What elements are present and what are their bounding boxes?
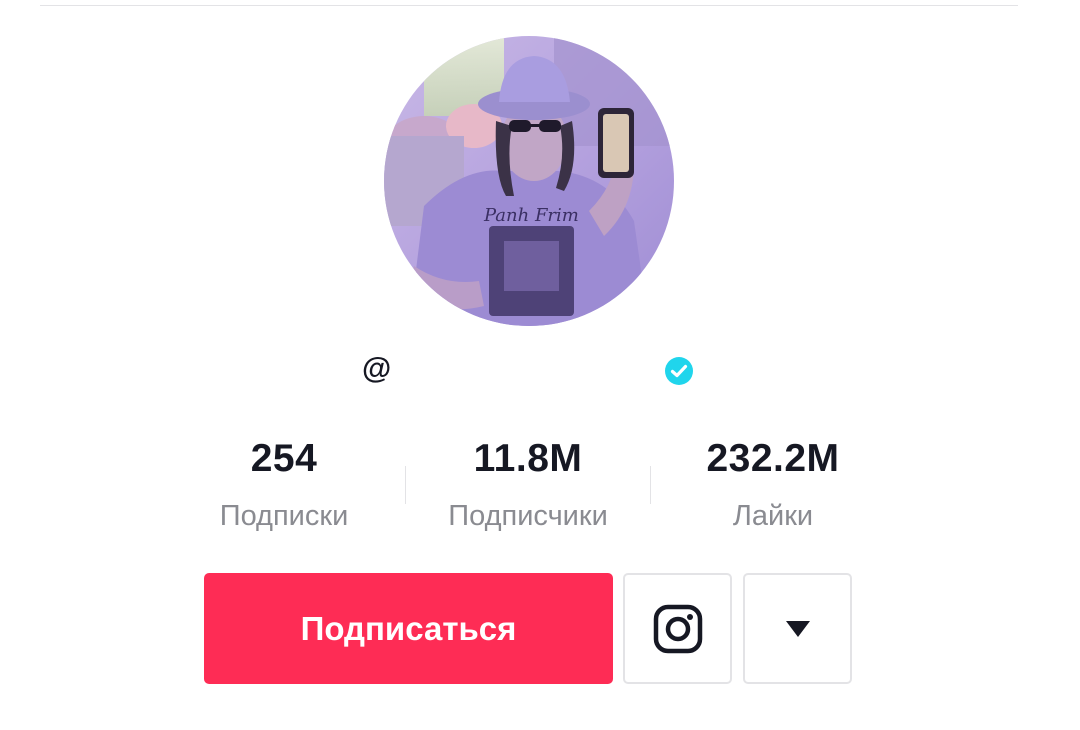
username-handle: @: [362, 352, 392, 385]
stat-following-label: Подписки: [219, 500, 349, 532]
instagram-icon: [653, 604, 702, 653]
profile-page: Panh Frim @ 254 Подписки 11.8M Подписчик…: [0, 0, 1080, 730]
stat-followers[interactable]: 11.8M Подписчики: [398, 432, 658, 536]
svg-text:Panh Frim: Panh Frim: [483, 205, 579, 226]
username-row: @: [0, 350, 1080, 394]
stat-likes-count: 232.2M: [706, 437, 840, 480]
stat-likes-label: Лайки: [732, 500, 814, 532]
stat-following[interactable]: 254 Подписки: [154, 432, 414, 536]
stat-followers-count: 11.8M: [473, 437, 583, 480]
avatar-photo: Panh Frim: [384, 36, 674, 326]
top-divider: [40, 5, 1018, 6]
profile-actions: Подписаться: [0, 573, 1080, 685]
profile-stats: 254 Подписки 11.8M Подписчики 232.2M Лай…: [0, 432, 1080, 542]
more-options-button[interactable]: [743, 573, 852, 684]
instagram-button[interactable]: [623, 573, 732, 684]
verified-badge-icon: [665, 357, 693, 385]
caret-down-icon: [785, 620, 810, 637]
stat-likes[interactable]: 232.2M Лайки: [643, 432, 903, 536]
stat-followers-label: Подписчики: [448, 500, 608, 532]
stat-following-count: 254: [250, 437, 318, 480]
avatar[interactable]: Panh Frim: [384, 36, 674, 326]
follow-button[interactable]: Подписаться: [204, 573, 613, 684]
